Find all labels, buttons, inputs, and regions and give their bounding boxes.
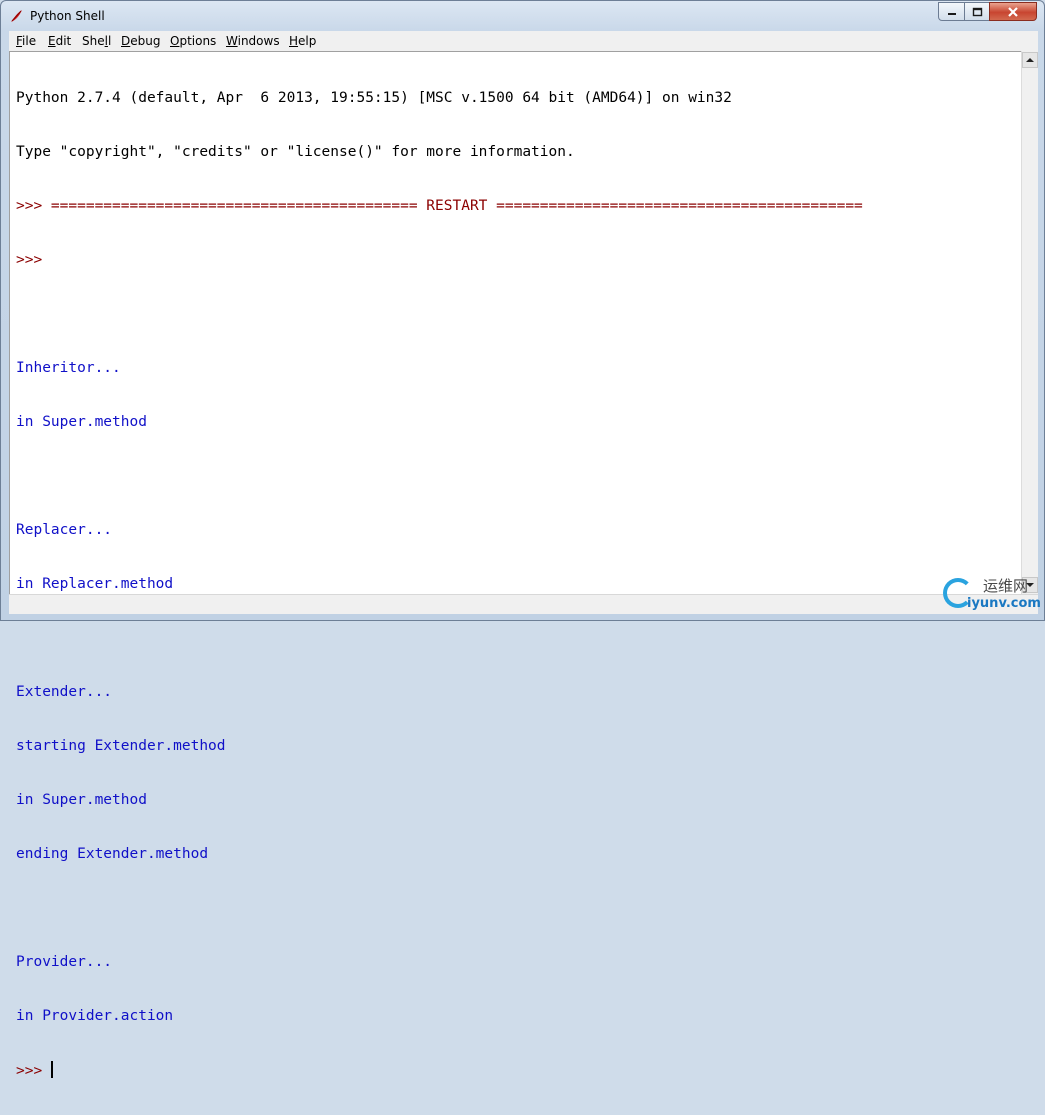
output-line: Extender... [16, 684, 113, 700]
window-title: Python Shell [30, 9, 105, 23]
menu-shell[interactable]: Shell [82, 34, 111, 48]
menu-options[interactable]: Options [170, 34, 216, 48]
output-line: Inheritor... [16, 360, 121, 376]
menu-windows[interactable]: Windows [226, 34, 280, 48]
status-strip [9, 594, 1038, 614]
vertical-scrollbar[interactable] [1021, 51, 1038, 594]
output-line: starting Extender.method [16, 738, 226, 754]
prompt: >>> [16, 252, 43, 268]
output-line: in Provider.action [16, 1008, 174, 1024]
maximize-icon [972, 7, 982, 16]
output-line: ending Extender.method [16, 846, 209, 862]
shell-text-area[interactable]: Python 2.7.4 (default, Apr 6 2013, 19:55… [9, 51, 1021, 1079]
close-button[interactable] [989, 2, 1037, 21]
arrow-up-icon [1026, 58, 1034, 62]
current-prompt-line: >>> [16, 1061, 863, 1079]
prompt: >>> [16, 1063, 43, 1079]
restart-line: >>> ====================================… [16, 198, 863, 214]
close-icon [1008, 6, 1018, 17]
output-line: in Super.method [16, 414, 147, 430]
banner-line: Python 2.7.4 (default, Apr 6 2013, 19:55… [16, 90, 732, 106]
menu-debug[interactable]: Debug [121, 34, 160, 48]
menu-bar: File Edit Shell Debug Options Windows He… [9, 31, 1038, 51]
watermark-logo: 运维网 iyunv.com [941, 576, 1041, 616]
scroll-up-button[interactable] [1022, 52, 1038, 68]
shell-output: Python 2.7.4 (default, Apr 6 2013, 19:55… [16, 53, 863, 1115]
maximize-button[interactable] [964, 2, 990, 21]
text-cursor [51, 1061, 54, 1078]
output-line: in Super.method [16, 792, 147, 808]
output-line: in Replacer.method [16, 576, 174, 592]
banner-line: Type "copyright", "credits" or "license(… [16, 144, 575, 160]
title-bar[interactable]: Python Shell [1, 1, 1044, 31]
menu-file[interactable]: File [16, 34, 36, 48]
watermark-cn: 运维网 [983, 577, 1029, 595]
output-line: Provider... [16, 954, 113, 970]
tk-feather-icon [11, 10, 22, 22]
menu-edit[interactable]: Edit [48, 34, 71, 48]
watermark-en: iyunv.com [967, 596, 1041, 611]
minimize-icon [947, 12, 956, 15]
minimize-button[interactable] [938, 2, 965, 21]
output-line: Replacer... [16, 522, 113, 538]
menu-help[interactable]: Help [289, 34, 316, 48]
python-shell-window: Python Shell File Edit Shell Debug Optio… [0, 0, 1045, 1079]
